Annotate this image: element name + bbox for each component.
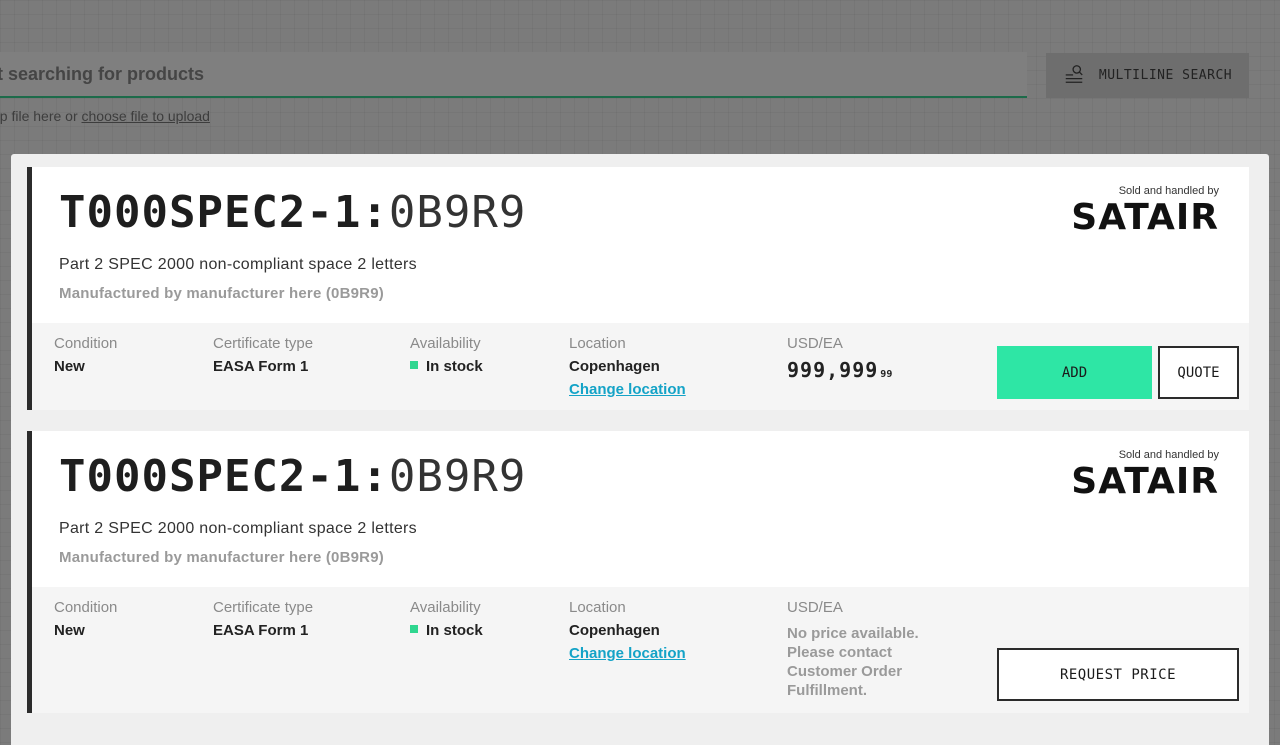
certificate-column: Certificate type EASA Form 1 <box>213 599 313 639</box>
location-column: Location Copenhagen Change location <box>569 599 686 663</box>
availability-value: In stock <box>410 358 483 375</box>
in-stock-icon <box>410 625 418 634</box>
offer-details: Condition New Certificate type EASA Form… <box>32 587 1249 713</box>
part-number: T000SPEC2-1: <box>59 451 389 502</box>
currency-label: USD/EA <box>787 335 843 352</box>
product-card: T000SPEC2-1:0B9R9 Part 2 SPEC 2000 non-c… <box>27 431 1249 713</box>
availability-column: Availability In stock <box>410 335 483 375</box>
product-results-modal: T000SPEC2-1:0B9R9 Part 2 SPEC 2000 non-c… <box>11 154 1269 745</box>
part-description: Part 2 SPEC 2000 non-compliant space 2 l… <box>59 256 417 273</box>
condition-column: Condition New <box>54 335 117 375</box>
search-bar[interactable] <box>0 52 1027 98</box>
location-label: Location <box>569 335 626 352</box>
change-location-link[interactable]: Change location <box>569 645 686 662</box>
location-column: Location Copenhagen Change location <box>569 335 686 399</box>
condition-column: Condition New <box>54 599 117 639</box>
location-label: Location <box>569 599 626 616</box>
certificate-column: Certificate type EASA Form 1 <box>213 335 313 375</box>
part-title: T000SPEC2-1:0B9R9 <box>59 451 526 502</box>
price-value: 999,999 99 <box>787 358 892 382</box>
request-price-button[interactable]: REQUEST PRICE <box>997 648 1239 701</box>
seller-block: Sold and handled by SATAIR <box>1071 185 1219 236</box>
multiline-search-button[interactable]: MULTILINE SEARCH <box>1046 53 1249 98</box>
currency-label: USD/EA <box>787 599 843 616</box>
quote-button[interactable]: QUOTE <box>1158 346 1239 399</box>
product-card: T000SPEC2-1:0B9R9 Part 2 SPEC 2000 non-c… <box>27 167 1249 410</box>
availability-label: Availability <box>410 599 481 616</box>
multiline-search-icon <box>1063 63 1085 89</box>
condition-label: Condition <box>54 335 118 352</box>
availability-text: In stock <box>426 358 483 375</box>
manufacturer-line: Manufactured by manufacturer here (0B9R9… <box>59 549 384 566</box>
multiline-search-label: MULTILINE SEARCH <box>1098 68 1233 83</box>
manufacturer-code: 0B9R9 <box>388 187 527 238</box>
availability-text: In stock <box>426 622 483 639</box>
availability-label: Availability <box>410 335 481 352</box>
certificate-value: EASA Form 1 <box>213 358 309 375</box>
part-description: Part 2 SPEC 2000 non-compliant space 2 l… <box>59 520 417 537</box>
certificate-label: Certificate type <box>213 335 314 352</box>
condition-value: New <box>54 358 85 375</box>
availability-value: In stock <box>410 622 483 639</box>
part-number: T000SPEC2-1: <box>59 187 389 238</box>
sold-by-label: Sold and handled by <box>1118 449 1219 461</box>
location-value: Copenhagen <box>569 358 660 375</box>
certificate-label: Certificate type <box>213 599 314 616</box>
part-title: T000SPEC2-1:0B9R9 <box>59 187 526 238</box>
upload-hint: op file here or choose file to upload <box>0 108 210 124</box>
price-cents: 99 <box>880 369 893 380</box>
price-column: USD/EA 999,999 99 <box>787 335 892 382</box>
offer-details: Condition New Certificate type EASA Form… <box>32 323 1249 410</box>
condition-value: New <box>54 622 85 639</box>
satair-logo: SATAIR <box>1071 461 1219 502</box>
add-button[interactable]: ADD <box>997 346 1152 399</box>
in-stock-icon <box>410 361 418 370</box>
price-main: 999,999 <box>787 358 879 382</box>
location-value: Copenhagen <box>569 622 660 639</box>
availability-column: Availability In stock <box>410 599 483 639</box>
change-location-link[interactable]: Change location <box>569 381 686 398</box>
manufacturer-line: Manufactured by manufacturer here (0B9R9… <box>59 285 384 302</box>
upload-hint-text: op file here or <box>0 108 82 124</box>
satair-logo: SATAIR <box>1071 197 1219 238</box>
choose-file-link[interactable]: choose file to upload <box>82 108 210 124</box>
manufacturer-code: 0B9R9 <box>388 451 527 502</box>
no-price-message: No price available. Please contact Custo… <box>787 625 919 699</box>
seller-block: Sold and handled by SATAIR <box>1071 449 1219 500</box>
sold-by-label: Sold and handled by <box>1118 185 1219 197</box>
certificate-value: EASA Form 1 <box>213 622 309 639</box>
price-column: USD/EA No price available. Please contac… <box>787 599 937 700</box>
condition-label: Condition <box>54 599 118 616</box>
search-input[interactable] <box>0 64 990 85</box>
